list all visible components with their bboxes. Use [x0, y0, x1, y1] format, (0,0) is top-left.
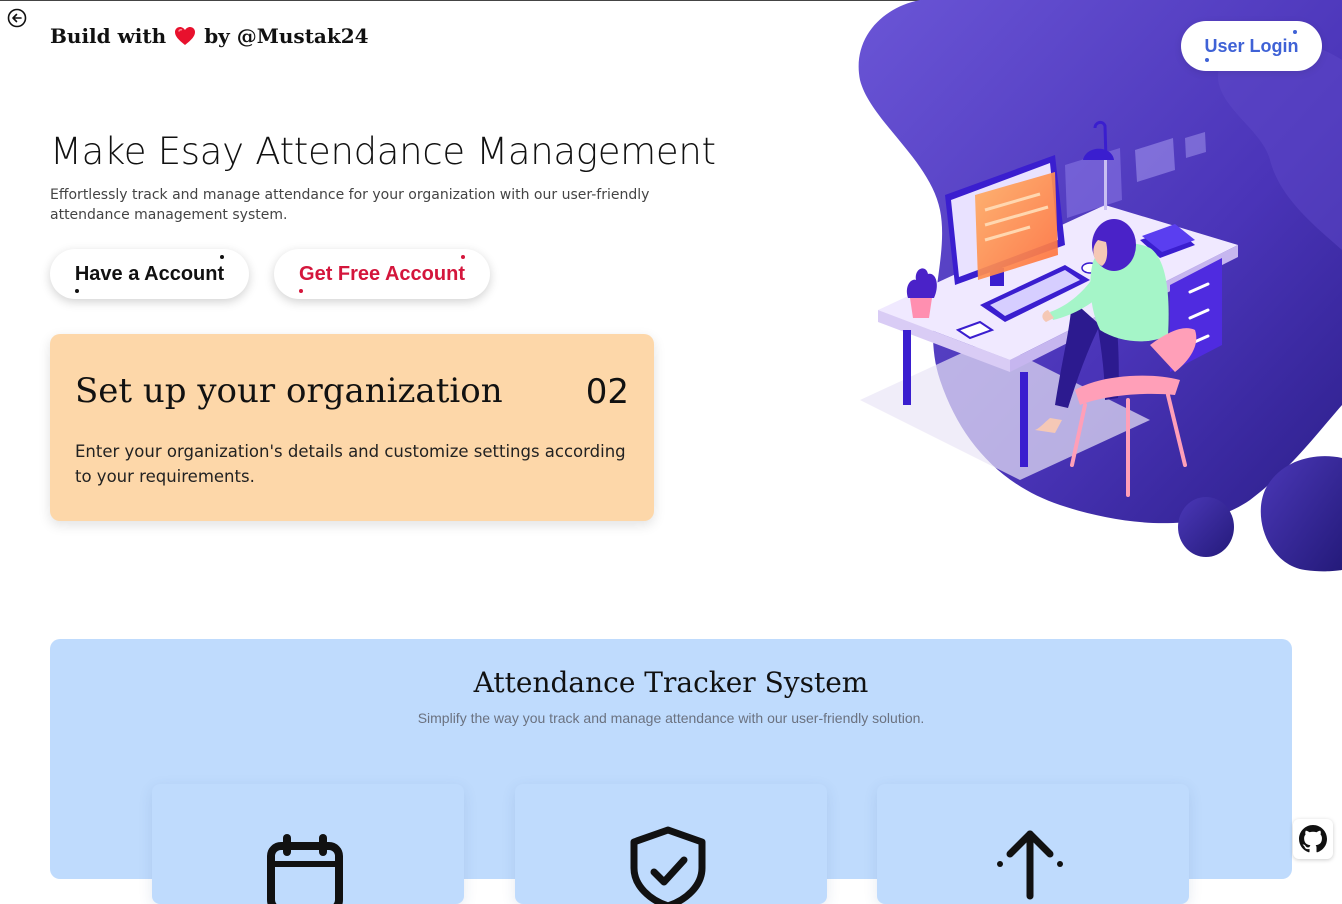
- github-icon: [1299, 825, 1327, 853]
- button-dot-decoration: [75, 289, 79, 293]
- have-account-button[interactable]: Have a Account: [50, 249, 249, 299]
- hero-subtitle: Effortlessly track and manage attendance…: [50, 187, 650, 223]
- get-free-account-button[interactable]: Get Free Account: [274, 249, 490, 299]
- step-card: Set up your organization 02 Enter your o…: [50, 334, 654, 521]
- features-title: Attendance Tracker System: [473, 666, 869, 699]
- step-title: Set up your organization: [75, 371, 503, 411]
- user-login-label: User Login: [1204, 35, 1299, 56]
- back-arrow-icon[interactable]: [7, 8, 27, 28]
- shield-check-icon: [630, 826, 706, 904]
- login-dot-decoration: [1293, 30, 1297, 34]
- step-number: 02: [585, 372, 629, 412]
- user-login-button[interactable]: User Login: [1181, 21, 1322, 71]
- have-account-label: Have a Account: [74, 262, 225, 285]
- login-dot-decoration: [1205, 58, 1209, 62]
- feature-card-upload: [877, 784, 1189, 904]
- feature-card-calendar: [152, 784, 464, 904]
- button-dot-decoration: [299, 289, 303, 293]
- get-free-account-label: Get Free Account: [299, 262, 465, 285]
- features-section: Attendance Tracker System Simplify the w…: [50, 639, 1292, 904]
- github-button[interactable]: [1293, 819, 1333, 859]
- heart-icon: [174, 26, 196, 46]
- feature-card-security: [515, 784, 827, 904]
- brand-credit: Build with by @Mustak24: [50, 24, 369, 48]
- button-dot-decoration: [461, 255, 465, 259]
- button-dot-decoration: [220, 255, 224, 259]
- step-description: Enter your organization's details and cu…: [75, 442, 626, 486]
- calendar-icon: [267, 834, 343, 904]
- features-subtitle: Simplify the way you track and manage at…: [417, 710, 925, 726]
- hero-illustration: [850, 0, 1342, 580]
- brand-suffix: by @Mustak24: [204, 24, 369, 48]
- brand-prefix: Build with: [50, 24, 167, 48]
- upload-icon: [997, 830, 1063, 900]
- hero-title: Make Esay Attendance Management: [50, 130, 716, 173]
